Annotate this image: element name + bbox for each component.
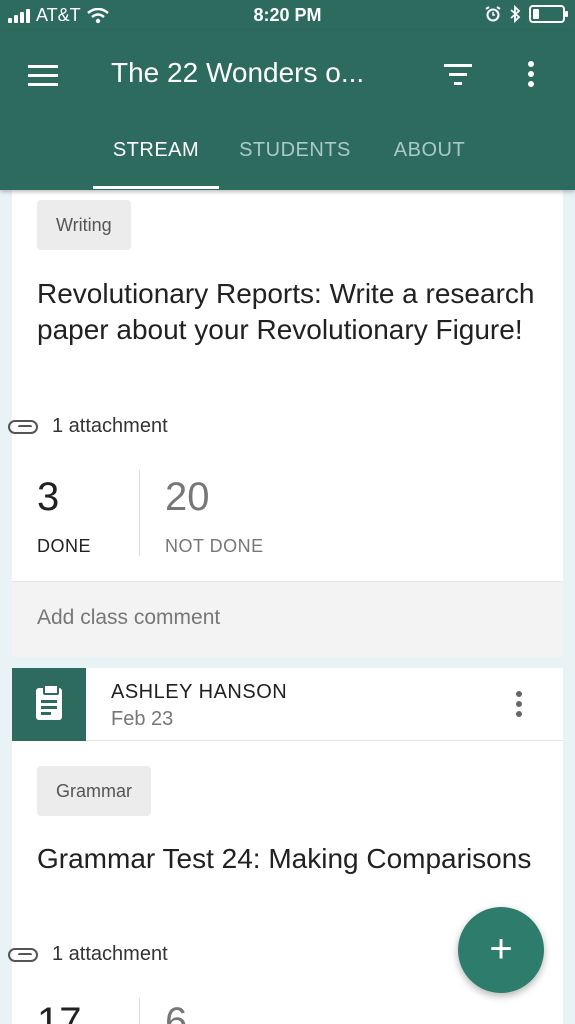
attachment-row[interactable]: 1 attachment bbox=[8, 943, 168, 966]
attachment-count: 1 attachment bbox=[52, 943, 168, 965]
stat-divider bbox=[139, 470, 140, 556]
tab-students[interactable]: STUDENTS bbox=[219, 139, 371, 189]
more-vert-icon[interactable] bbox=[526, 61, 536, 89]
hamburger-menu-icon[interactable] bbox=[28, 65, 58, 87]
assignment-icon bbox=[12, 668, 86, 741]
battery-icon bbox=[529, 5, 568, 23]
status-bar: AT&T 8:20 PM bbox=[0, 0, 575, 31]
comment-placeholder: Add class comment bbox=[37, 606, 221, 629]
post-date: Feb 23 bbox=[111, 708, 174, 730]
done-label: DONE bbox=[37, 536, 92, 556]
tab-bar: STREAM STUDENTS ABOUT bbox=[93, 139, 488, 189]
post-author: ASHLEY HANSON bbox=[111, 681, 288, 703]
assignment-title[interactable]: Grammar Test 24: Making Comparisons bbox=[37, 841, 537, 877]
paperclip-icon bbox=[8, 947, 38, 962]
attachment-row[interactable]: 1 attachment bbox=[8, 415, 168, 438]
assignment-title[interactable]: Revolutionary Reports: Write a research … bbox=[37, 276, 537, 348]
topic-chip[interactable]: Grammar bbox=[37, 766, 151, 816]
not-done-count: 20 bbox=[165, 475, 210, 519]
assignment-card[interactable]: Writing Revolutionary Reports: Write a r… bbox=[8, 190, 563, 657]
stat-divider bbox=[139, 998, 140, 1024]
class-title: The 22 Wonders o... bbox=[111, 57, 365, 88]
add-class-comment[interactable]: Add class comment bbox=[12, 581, 563, 657]
app-bar: The 22 Wonders o... STREAM STUDENTS ABOU… bbox=[0, 31, 575, 190]
topic-chip[interactable]: Writing bbox=[37, 200, 131, 250]
done-count: 3 bbox=[37, 475, 60, 519]
not-done-count: 6 bbox=[165, 1000, 188, 1024]
post-more-icon[interactable] bbox=[515, 691, 523, 719]
paperclip-icon bbox=[8, 419, 38, 434]
alarm-icon bbox=[485, 6, 501, 22]
post-header: ASHLEY HANSON Feb 23 bbox=[12, 668, 563, 741]
not-done-label: NOT DONE bbox=[165, 536, 264, 556]
bluetooth-icon bbox=[510, 5, 521, 23]
filter-icon[interactable] bbox=[443, 64, 473, 86]
attachment-count: 1 attachment bbox=[52, 415, 168, 437]
done-count: 17 bbox=[37, 1000, 82, 1024]
status-right bbox=[485, 5, 568, 23]
add-post-button[interactable]: + bbox=[458, 907, 544, 993]
clipboard-icon bbox=[36, 684, 62, 720]
tab-stream[interactable]: STREAM bbox=[93, 139, 219, 189]
tab-about[interactable]: ABOUT bbox=[371, 139, 488, 189]
